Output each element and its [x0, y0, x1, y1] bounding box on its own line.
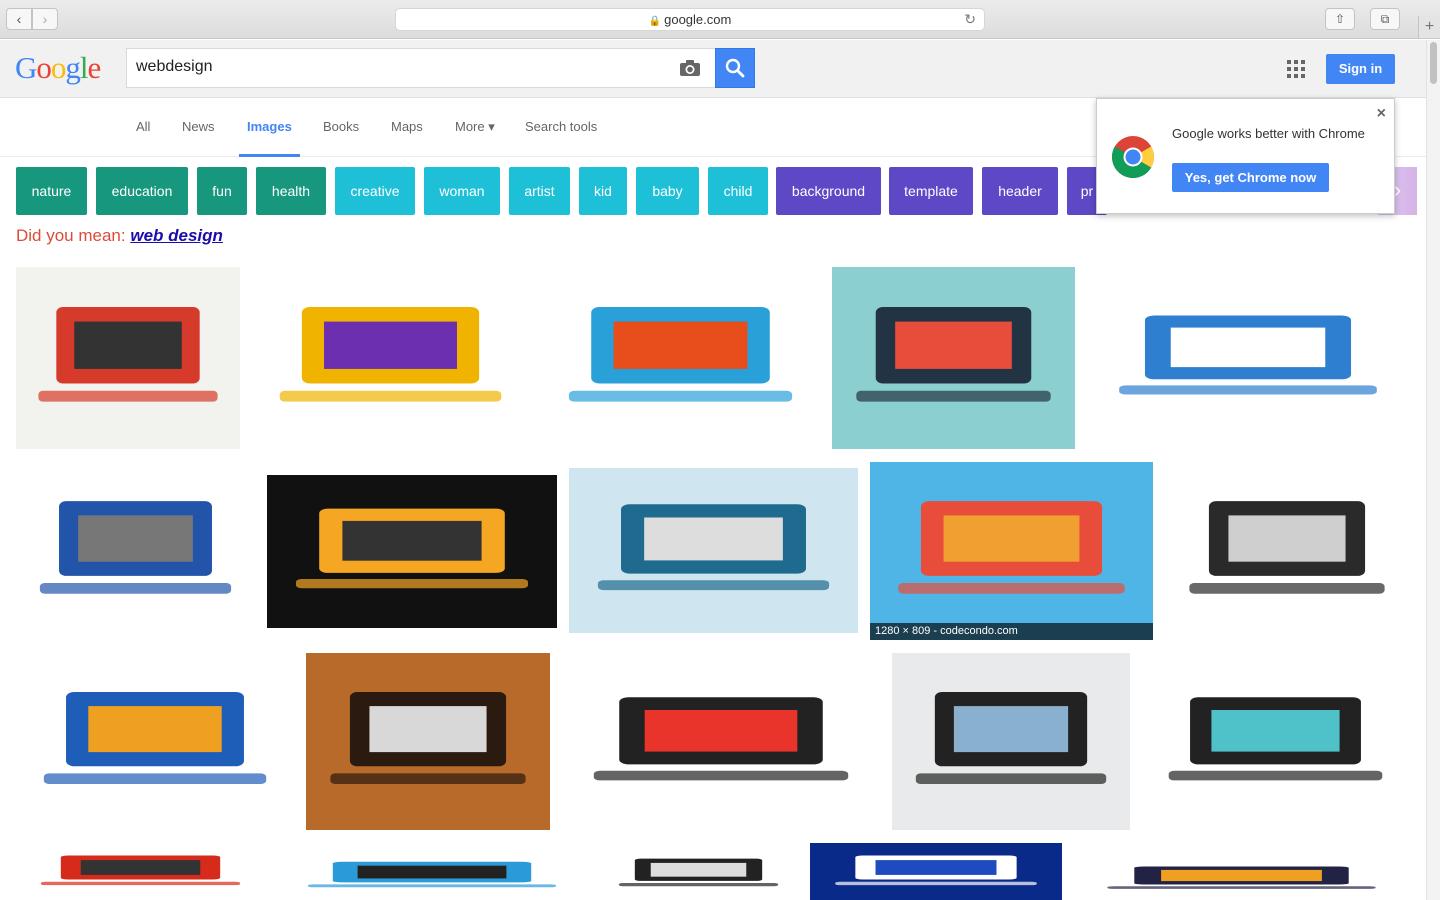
chip-woman[interactable]: woman: [424, 167, 500, 215]
promo-text: Google works better with Chrome: [1172, 126, 1365, 141]
thumbnail-image: [38, 307, 218, 402]
chrome-promo-popup: × Google works better with Chrome Yes, g…: [1096, 98, 1395, 214]
search-button[interactable]: [715, 48, 755, 88]
thumbnail-image: [898, 501, 1125, 594]
close-icon[interactable]: ×: [1377, 105, 1386, 123]
image-result-flat-design-icons[interactable]: [832, 267, 1075, 449]
back-button[interactable]: ‹: [6, 8, 32, 30]
thumbnail-image: [279, 307, 502, 402]
image-result-devices-teal-website[interactable]: [1142, 662, 1409, 822]
chip-kid[interactable]: kid: [579, 167, 627, 215]
url-text: google.com: [664, 12, 732, 27]
image-result-devices-white-website[interactable]: [892, 653, 1130, 830]
thumbnail-image: [1168, 697, 1383, 781]
image-result-web-red-text[interactable]: [16, 843, 265, 900]
chip-template[interactable]: template: [889, 167, 973, 215]
logo-letter: l: [79, 50, 89, 85]
did-you-mean: Did you mean: web design: [16, 226, 223, 246]
logo-letter: o: [50, 50, 66, 85]
chip-fun[interactable]: fun: [197, 167, 247, 215]
chrome-logo-icon: [1111, 136, 1154, 179]
did-you-mean-link[interactable]: web design: [130, 226, 223, 245]
thumbnail-image: [330, 691, 526, 784]
google-logo[interactable]: Google: [15, 50, 102, 86]
search-box: [126, 48, 716, 88]
tab-images[interactable]: Images: [247, 119, 292, 134]
share-button[interactable]: ⇧: [1325, 8, 1355, 30]
search-icon: [725, 58, 745, 78]
chip-background[interactable]: background: [776, 167, 881, 215]
forward-button[interactable]: ›: [32, 8, 58, 30]
thumbnail-image: [296, 508, 528, 589]
google-header: Google Sign in: [0, 40, 1426, 98]
thumbnail-image: [43, 691, 267, 784]
image-result-responsive-web-design-monitor[interactable]: [277, 851, 587, 900]
image-result-web-design-3d-text[interactable]: [16, 653, 294, 830]
logo-letter: G: [15, 50, 37, 85]
thumbnail-image: [1189, 501, 1385, 594]
chip-nature[interactable]: nature: [16, 167, 87, 215]
new-tab-button[interactable]: +: [1418, 16, 1440, 38]
thumbnail-image: [1119, 315, 1377, 395]
image-result-web-design-concept-sketch[interactable]: [16, 267, 240, 449]
thumbnail-image: [835, 855, 1037, 886]
tab-more[interactable]: More ▾: [455, 119, 495, 135]
tab-books[interactable]: Books: [323, 119, 359, 134]
thumbnail-image: [39, 501, 232, 594]
thumbnail-image: [568, 307, 793, 402]
tab-news[interactable]: News: [182, 119, 215, 134]
tab-search-tools[interactable]: Search tools: [525, 119, 597, 134]
chip-baby[interactable]: baby: [636, 167, 699, 215]
chip-health[interactable]: health: [256, 167, 326, 215]
thumbnail-image: [856, 307, 1051, 402]
thumbnail-image: [915, 691, 1107, 784]
thumbnail-image: [308, 861, 556, 888]
chip-child[interactable]: child: [708, 167, 768, 215]
image-result-web-design-blue-cubes[interactable]: [1087, 282, 1409, 434]
sign-in-button[interactable]: Sign in: [1326, 54, 1395, 84]
browser-toolbar: ‹ › 🔒 google.com ↻ ⇧ ⧉ +: [0, 0, 1440, 39]
thumbnail-image: [593, 697, 849, 781]
image-result-monitor-outline[interactable]: [599, 847, 798, 900]
scrollbar-thumb[interactable]: [1430, 42, 1437, 84]
image-result-word-cloud-blue[interactable]: [810, 843, 1062, 900]
address-bar[interactable]: 🔒 google.com ↻: [395, 8, 985, 31]
search-input[interactable]: [136, 58, 656, 76]
image-result-http-www-rainbow[interactable]: [562, 662, 880, 822]
logo-letter: e: [87, 50, 102, 85]
thumbnail-image: [40, 855, 241, 886]
image-result-flat-desk-icons[interactable]: [1074, 857, 1409, 900]
image-result-laptop-on-wood-table[interactable]: [306, 653, 550, 830]
logo-letter: o: [36, 50, 51, 85]
show-tabs-button[interactable]: ⧉: [1370, 8, 1400, 30]
chip-creative[interactable]: creative: [335, 167, 415, 215]
did-you-mean-prefix: Did you mean:: [16, 226, 131, 245]
reload-icon[interactable]: ↻: [964, 9, 976, 30]
image-caption: 1280 × 809 - codecondo.com: [870, 623, 1153, 640]
image-result-website-construction-flat[interactable]: 1280 × 809 - codecondo.com: [870, 462, 1153, 640]
scrollbar[interactable]: [1426, 40, 1440, 900]
tab-all[interactable]: All: [136, 119, 150, 134]
chip-artist[interactable]: artist: [509, 167, 570, 215]
lock-icon: 🔒: [648, 16, 662, 27]
image-result-laptop-paint-splash[interactable]: [252, 267, 529, 449]
image-result-responsive-devices[interactable]: [541, 267, 820, 449]
get-chrome-button[interactable]: Yes, get Chrome now: [1172, 163, 1329, 192]
image-result-man-touching-screens[interactable]: [16, 462, 255, 640]
image-result-hand-glowing-images[interactable]: [267, 475, 557, 628]
chip-header[interactable]: header: [982, 167, 1058, 215]
tab-maps[interactable]: Maps: [391, 119, 423, 134]
image-result-devices-gray-screens[interactable]: [1165, 462, 1409, 640]
camera-icon[interactable]: [679, 59, 701, 77]
thumbnail-image: [597, 504, 830, 591]
image-result-finger-on-keyboard[interactable]: [569, 468, 858, 633]
chip-education[interactable]: education: [96, 167, 188, 215]
active-tab-indicator: [239, 154, 300, 157]
logo-letter: g: [65, 50, 80, 85]
apps-grid-icon[interactable]: [1287, 60, 1305, 78]
thumbnail-image: [1107, 866, 1376, 889]
thumbnail-image: [618, 858, 779, 887]
